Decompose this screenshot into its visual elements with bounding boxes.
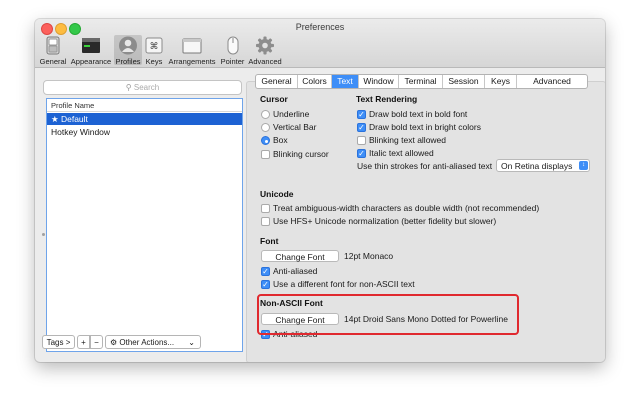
profile-name-column-header[interactable]: Profile Name bbox=[51, 101, 94, 110]
ambiguous-width-label: Treat ambiguous-width characters as doub… bbox=[273, 203, 540, 213]
profile-row-default[interactable]: ★ Default bbox=[47, 113, 242, 125]
font-heading: Font bbox=[260, 236, 279, 246]
cursor-box-radio[interactable] bbox=[261, 136, 270, 145]
font-anti-aliased-label: Anti-aliased bbox=[273, 266, 318, 276]
hfs-normalization-checkbox[interactable] bbox=[261, 217, 270, 226]
gear-icon: ⚙ bbox=[110, 338, 118, 347]
blinking-text-label: Blinking text allowed bbox=[369, 135, 447, 145]
cursor-vertical-bar-radio[interactable] bbox=[261, 123, 270, 132]
mouse-icon bbox=[227, 36, 238, 55]
tab-text[interactable]: Text bbox=[332, 75, 359, 88]
remove-profile-button[interactable]: − bbox=[90, 335, 103, 349]
blinking-cursor-label: Blinking cursor bbox=[273, 149, 329, 159]
settings-tab-bar: General Colors Text Window Terminal Sess… bbox=[255, 74, 588, 89]
different-non-ascii-label: Use a different font for non-ASCII text bbox=[273, 279, 415, 289]
toolbar-appearance[interactable]: Appearance bbox=[70, 35, 112, 66]
draw-bold-bright-checkbox[interactable]: ✓ bbox=[357, 123, 366, 132]
toolbar-arrangements-label: Arrangements bbox=[168, 57, 216, 66]
thin-strokes-select[interactable]: On Retina displays ↕ bbox=[496, 159, 590, 172]
different-non-ascii-checkbox[interactable]: ✓ bbox=[261, 280, 270, 289]
toolbar-profiles-label: Profiles bbox=[115, 57, 141, 66]
cursor-vertical-bar-label: Vertical Bar bbox=[273, 122, 317, 132]
sidebar-resize-handle[interactable] bbox=[42, 233, 45, 236]
add-profile-button[interactable]: + bbox=[77, 335, 90, 349]
keys-icon: ⌘ bbox=[145, 37, 163, 54]
cursor-heading: Cursor bbox=[260, 94, 288, 104]
other-actions-menu[interactable]: ⚙ Other Actions... ⌄ bbox=[105, 335, 201, 349]
draw-bold-bright-label: Draw bold text in bright colors bbox=[369, 122, 481, 132]
tab-general[interactable]: General bbox=[256, 75, 298, 88]
tab-session[interactable]: Session bbox=[443, 75, 485, 88]
toolbar-arrangements[interactable]: Arrangements bbox=[167, 35, 217, 66]
toolbar-pointer-label: Pointer bbox=[220, 57, 245, 66]
arrangements-window-icon bbox=[182, 38, 202, 54]
search-icon: ⚲ bbox=[125, 83, 132, 92]
cursor-box-label: Box bbox=[273, 135, 288, 145]
toolbar-general[interactable]: General bbox=[37, 35, 69, 66]
italic-text-checkbox[interactable]: ✓ bbox=[357, 149, 366, 158]
thin-strokes-label: Use thin strokes for anti-aliased text bbox=[357, 161, 493, 171]
text-rendering-heading: Text Rendering bbox=[356, 94, 418, 104]
general-switch-icon bbox=[46, 36, 60, 55]
current-font-label: 12pt Monaco bbox=[344, 251, 394, 261]
chevron-down-icon: ⌄ bbox=[188, 338, 195, 347]
profile-list: Profile Name ★ Default Hotkey Window bbox=[46, 98, 243, 352]
person-icon bbox=[119, 36, 137, 55]
title-bar: Preferences General Appearance Profiles … bbox=[35, 19, 605, 68]
chevron-updown-icon: ↕ bbox=[579, 161, 588, 170]
toolbar-keys-label: Keys bbox=[145, 57, 163, 66]
profile-row-hotkey-window[interactable]: Hotkey Window bbox=[47, 126, 242, 138]
gear-icon bbox=[256, 36, 274, 55]
change-font-button[interactable]: Change Font bbox=[261, 250, 339, 262]
toolbar-appearance-label: Appearance bbox=[70, 57, 112, 66]
toolbar-keys[interactable]: ⌘ Keys bbox=[143, 35, 165, 66]
font-anti-aliased-checkbox[interactable]: ✓ bbox=[261, 267, 270, 276]
blinking-cursor-checkbox[interactable] bbox=[261, 150, 270, 159]
toolbar-general-label: General bbox=[39, 57, 67, 66]
highlight-annotation-box bbox=[257, 294, 519, 335]
cursor-underline-radio[interactable] bbox=[261, 110, 270, 119]
tab-colors[interactable]: Colors bbox=[298, 75, 332, 88]
toolbar-pointer[interactable]: Pointer bbox=[219, 35, 246, 66]
other-actions-label: Other Actions... bbox=[119, 338, 175, 347]
hfs-normalization-label: Use HFS+ Unicode normalization (better f… bbox=[273, 216, 497, 226]
unicode-heading: Unicode bbox=[260, 189, 294, 199]
draw-bold-font-checkbox[interactable]: ✓ bbox=[357, 110, 366, 119]
tab-window[interactable]: Window bbox=[359, 75, 399, 88]
thin-strokes-value: On Retina displays bbox=[501, 161, 573, 171]
appearance-icon bbox=[82, 38, 100, 53]
divider bbox=[47, 111, 242, 112]
tab-advanced[interactable]: Advanced bbox=[517, 75, 587, 88]
profile-search-input[interactable]: ⚲ Search bbox=[43, 80, 242, 95]
draw-bold-font-label: Draw bold text in bold font bbox=[369, 109, 468, 119]
toolbar-profiles[interactable]: Profiles bbox=[114, 35, 142, 66]
window-title: Preferences bbox=[295, 22, 345, 32]
search-placeholder: Search bbox=[133, 83, 160, 92]
tab-terminal[interactable]: Terminal bbox=[399, 75, 443, 88]
cursor-underline-label: Underline bbox=[273, 109, 310, 119]
svg-text:⌘: ⌘ bbox=[150, 42, 159, 52]
ambiguous-width-checkbox[interactable] bbox=[261, 204, 270, 213]
tags-button[interactable]: Tags > bbox=[42, 335, 75, 349]
toolbar-advanced-label: Advanced bbox=[248, 57, 282, 66]
toolbar-advanced[interactable]: Advanced bbox=[247, 35, 283, 66]
tab-keys[interactable]: Keys bbox=[485, 75, 517, 88]
italic-text-label: Italic text allowed bbox=[369, 148, 434, 158]
blinking-text-checkbox[interactable] bbox=[357, 136, 366, 145]
